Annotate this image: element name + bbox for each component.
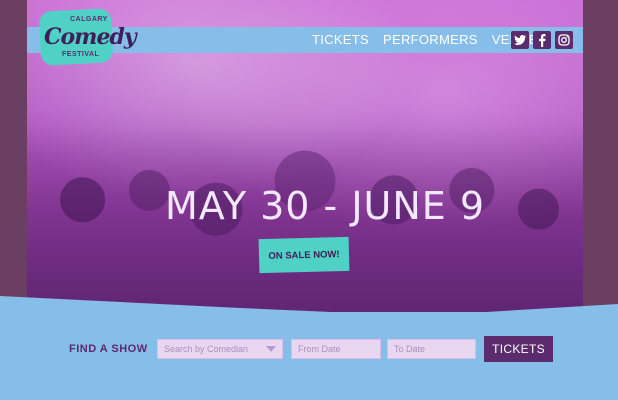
on-sale-button[interactable]: ON SALE NOW!	[258, 236, 350, 274]
tickets-search-button[interactable]: TICKETS	[484, 336, 553, 362]
left-border	[0, 0, 27, 312]
to-date-field[interactable]: To Date	[387, 339, 476, 359]
comedian-placeholder: Search by Comedian	[164, 344, 249, 354]
twitter-icon[interactable]	[511, 31, 529, 49]
logo-top-text: CALGARY	[70, 16, 108, 23]
from-date-field[interactable]: From Date	[291, 339, 381, 359]
page: CALGARY Comedy FESTIVAL TICKETS PERFORME…	[0, 0, 618, 400]
festival-logo[interactable]: CALGARY Comedy FESTIVAL	[38, 8, 137, 66]
nav-performers[interactable]: PERFORMERS	[383, 32, 478, 47]
to-date-placeholder: To Date	[394, 344, 426, 354]
comedian-search-select[interactable]: Search by Comedian	[157, 339, 283, 359]
right-border	[583, 0, 618, 312]
find-a-show-label: FIND A SHOW	[69, 343, 148, 355]
instagram-icon[interactable]	[555, 31, 573, 49]
facebook-icon[interactable]	[533, 31, 551, 49]
chevron-down-icon	[266, 346, 276, 352]
festival-dates: MAY 30 - JUNE 9	[165, 184, 486, 228]
from-date-placeholder: From Date	[298, 344, 341, 354]
logo-word: Comedy	[44, 24, 137, 50]
logo-bottom-text: FESTIVAL	[62, 51, 100, 58]
nav-tickets[interactable]: TICKETS	[312, 32, 369, 47]
